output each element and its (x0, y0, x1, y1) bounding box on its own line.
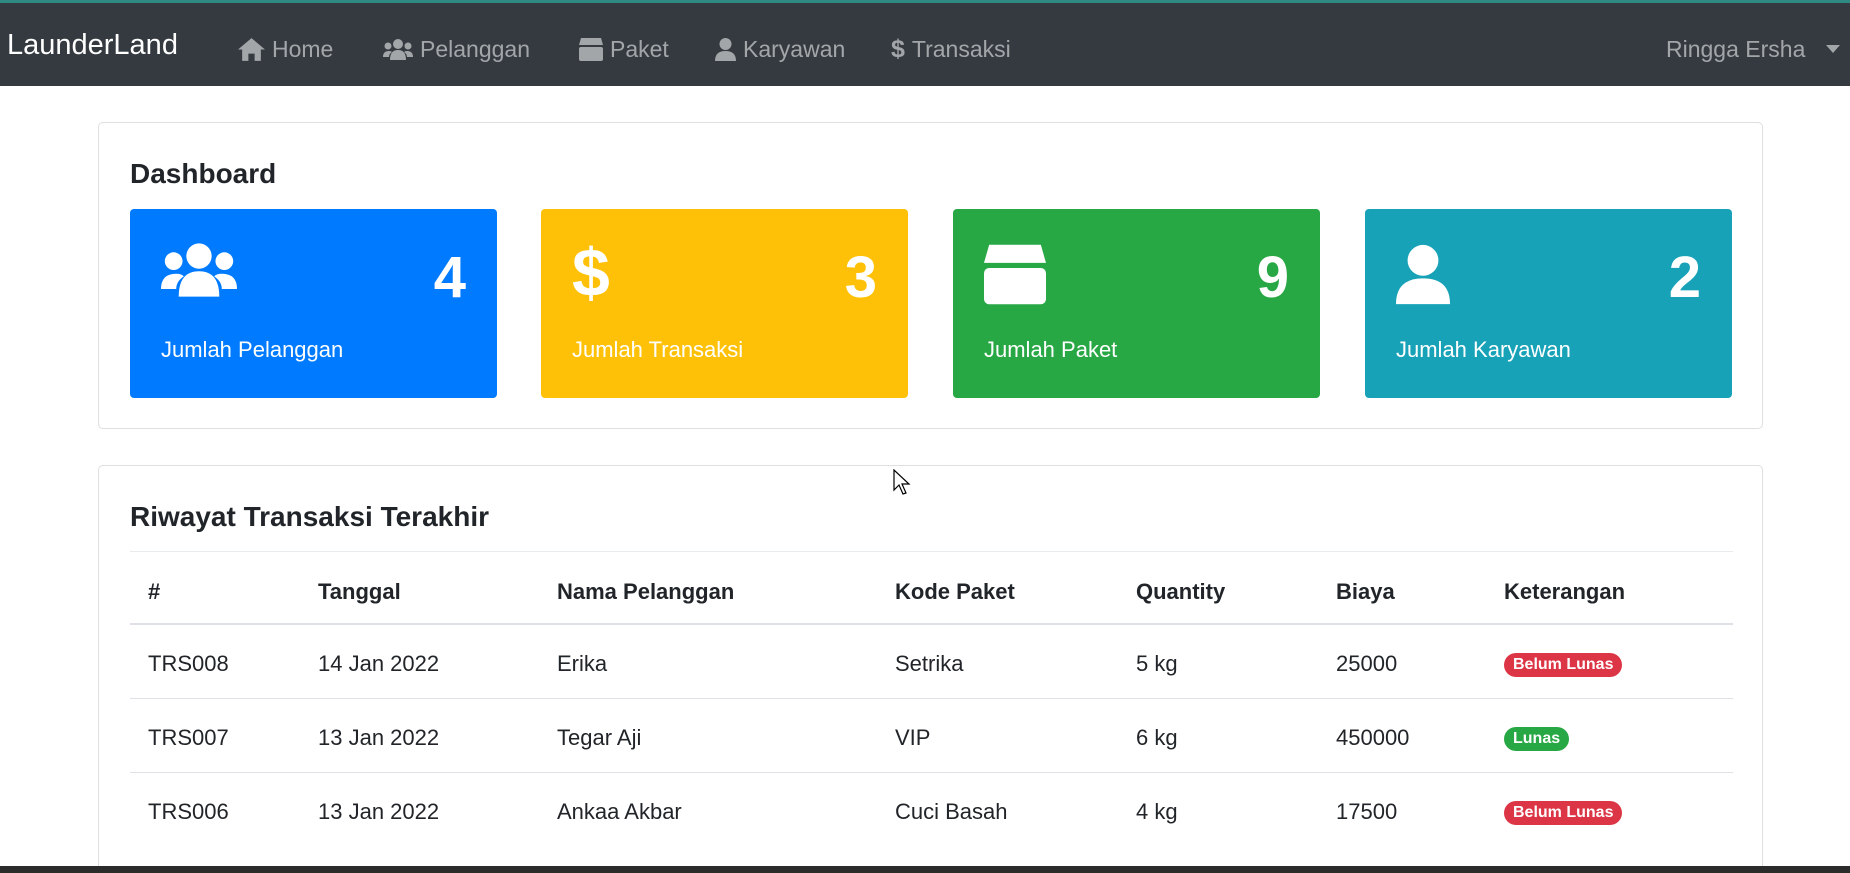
nav-home[interactable]: Home (238, 35, 333, 63)
stat-value: 2 (1668, 245, 1701, 310)
cell-package: Cuci Basah (895, 799, 1008, 824)
cell-date: 14 Jan 2022 (318, 651, 440, 676)
transactions-title: Riwayat Transaksi Terakhir (130, 501, 489, 532)
nav-home-label: Home (272, 35, 334, 62)
stat-label: Jumlah Karyawan (1396, 337, 1571, 362)
nav-paket[interactable]: Paket (579, 35, 669, 63)
home-icon (238, 37, 265, 61)
column-header-kode-paket: Kode Paket (895, 579, 1015, 604)
nav-pelanggan-label: Pelanggan (420, 35, 530, 62)
users-icon (161, 243, 237, 297)
cell-quantity: 5 kg (1136, 651, 1178, 676)
cell-cost: 450000 (1336, 725, 1410, 750)
nav-transaksi-label: Transaksi (911, 35, 1011, 62)
brand-logo[interactable]: LaunderLand (7, 29, 178, 62)
user-icon (1396, 244, 1450, 305)
table-row[interactable]: TRS008 14 Jan 2022 Erika Setrika 5 kg 25… (130, 625, 1733, 699)
cell-id: TRS008 (148, 651, 229, 676)
stat-value: 4 (433, 245, 466, 310)
stat-value: 3 (844, 245, 877, 310)
status-badge: Belum Lunas (1504, 653, 1623, 677)
nav-paket-label: Paket (610, 35, 669, 62)
cell-id: TRS006 (148, 799, 229, 824)
bottom-taskbar-edge (0, 866, 1850, 873)
stat-card-pelanggan[interactable]: 4 Jumlah Pelanggan (130, 209, 497, 398)
column-header-nama-pelanggan: Nama Pelanggan (557, 579, 735, 604)
cell-quantity: 6 kg (1136, 725, 1178, 750)
stat-label: Jumlah Transaksi (572, 337, 744, 362)
table-row[interactable]: TRS006 13 Jan 2022 Ankaa Akbar Cuci Basa… (130, 773, 1733, 847)
cell-date: 13 Jan 2022 (318, 725, 440, 750)
column-header-tanggal: Tanggal (318, 579, 401, 604)
status-badge: Belum Lunas (1504, 801, 1623, 825)
column-header-biaya: Biaya (1336, 579, 1395, 604)
user-dropdown[interactable]: Ringga Ersha (1666, 35, 1805, 63)
cell-date: 13 Jan 2022 (318, 799, 440, 824)
cell-cost: 25000 (1336, 651, 1398, 676)
stat-label: Jumlah Pelanggan (161, 337, 344, 362)
nav-transaksi[interactable]: $ Transaksi (891, 35, 1011, 63)
stat-card-karyawan[interactable]: 2 Jumlah Karyawan (1365, 209, 1732, 398)
cell-customer: Tegar Aji (557, 725, 642, 750)
navbar: LaunderLand Home Pelanggan Paket Karyawa… (0, 3, 1850, 86)
users-icon (383, 38, 413, 60)
nav-pelanggan[interactable]: Pelanggan (383, 35, 530, 63)
mouse-cursor-icon (893, 469, 911, 495)
cell-quantity: 4 kg (1136, 799, 1178, 824)
dollar-icon: $ (891, 34, 905, 63)
table-header: # Tanggal Nama Pelanggan Kode Paket Quan… (130, 551, 1733, 625)
column-header-id: # (148, 579, 161, 604)
column-header-quantity: Quantity (1136, 579, 1226, 604)
dashboard-title: Dashboard (130, 158, 277, 189)
box-icon (984, 244, 1046, 305)
stat-label: Jumlah Paket (984, 337, 1118, 362)
stat-card-paket[interactable]: 9 Jumlah Paket (953, 209, 1320, 398)
nav-karyawan[interactable]: Karyawan (715, 35, 845, 63)
stat-card-transaksi[interactable]: $ 3 Jumlah Transaksi (541, 209, 908, 398)
dollar-icon: $ (572, 235, 610, 311)
user-icon (715, 37, 736, 61)
cell-id: TRS007 (148, 725, 229, 750)
cell-customer: Erika (557, 651, 608, 676)
cell-package: Setrika (895, 651, 964, 676)
column-header-keterangan: Keterangan (1504, 579, 1626, 604)
cell-cost: 17500 (1336, 799, 1398, 824)
cell-package: VIP (895, 725, 931, 750)
stat-value: 9 (1256, 245, 1289, 310)
cell-customer: Ankaa Akbar (557, 799, 682, 824)
nav-karyawan-label: Karyawan (743, 35, 846, 62)
chevron-down-icon[interactable] (1826, 45, 1840, 53)
status-badge: Lunas (1504, 727, 1570, 751)
box-icon (579, 37, 603, 61)
table-row[interactable]: TRS007 13 Jan 2022 Tegar Aji VIP 6 kg 45… (130, 699, 1733, 773)
